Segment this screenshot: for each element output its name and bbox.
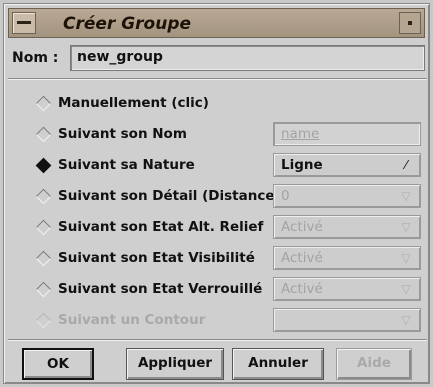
dropdown-arrow-icon: ⁄ xyxy=(404,158,407,172)
radio-diamond-disabled-icon xyxy=(35,312,52,329)
title-bar[interactable]: Créer Groupe xyxy=(8,8,425,38)
option-by-detail[interactable]: Suivant son Détail (Distance) 0 ▽ xyxy=(34,184,426,209)
nature-dropdown[interactable]: Ligne ⁄ xyxy=(273,153,421,177)
option-by-lock-state[interactable]: Suivant son Etat Verrouillé Activé ▽ xyxy=(34,277,426,302)
dropdown-arrow-icon: ▽ xyxy=(401,313,411,327)
option-by-nature[interactable]: Suivant sa Nature Ligne ⁄ xyxy=(34,153,426,178)
create-group-dialog: Créer Groupe Nom : new_group Manuellemen… xyxy=(3,3,430,384)
window-menu-icon[interactable] xyxy=(12,12,36,34)
dropdown-arrow-icon: ▽ xyxy=(401,220,411,234)
dropdown-arrow-icon: ▽ xyxy=(401,282,411,296)
option-label: Manuellement (clic) xyxy=(58,95,209,111)
visibility-dropdown[interactable]: Activé ▽ xyxy=(273,246,421,270)
dialog-title: Créer Groupe xyxy=(63,14,192,34)
radio-diamond-icon[interactable] xyxy=(35,95,52,112)
option-label: Suivant son Détail (Distance) xyxy=(58,188,281,204)
name-filter-value: name xyxy=(281,126,320,142)
lock-dropdown-value: Activé xyxy=(281,281,323,297)
maximize-icon[interactable] xyxy=(399,12,421,34)
option-manual[interactable]: Manuellement (clic) xyxy=(34,92,426,116)
radio-diamond-icon[interactable] xyxy=(35,126,52,143)
name-filter-field[interactable]: name xyxy=(273,122,421,146)
option-by-visibility-state[interactable]: Suivant son Etat Visibilité Activé ▽ xyxy=(34,246,426,271)
dropdown-arrow-icon: ▽ xyxy=(401,251,411,265)
option-label: Suivant son Etat Verrouillé xyxy=(58,281,263,297)
contour-dropdown: ▽ xyxy=(273,308,421,332)
radio-diamond-icon[interactable] xyxy=(35,250,52,267)
ok-button[interactable]: OK xyxy=(22,348,94,380)
option-by-name[interactable]: Suivant son Nom name xyxy=(34,122,426,147)
radio-diamond-selected-icon[interactable] xyxy=(35,157,52,174)
cancel-button[interactable]: Annuler xyxy=(232,348,324,380)
option-label: Suivant son Etat Visibilité xyxy=(58,250,255,266)
detail-dropdown[interactable]: 0 ▽ xyxy=(273,184,421,208)
option-by-contour: Suivant un Contour ▽ xyxy=(34,308,426,333)
option-label: Suivant un Contour xyxy=(58,312,206,328)
detail-dropdown-value: 0 xyxy=(281,188,290,204)
name-row: Nom : new_group xyxy=(8,44,428,74)
help-button: Aide xyxy=(336,348,412,380)
lock-dropdown[interactable]: Activé ▽ xyxy=(273,277,421,301)
nature-dropdown-value: Ligne xyxy=(281,157,323,173)
option-label: Suivant sa Nature xyxy=(58,157,195,173)
option-by-relief-state[interactable]: Suivant son Etat Alt. Relief Activé ▽ xyxy=(34,215,426,240)
radio-diamond-icon[interactable] xyxy=(35,188,52,205)
name-input[interactable]: new_group xyxy=(70,45,425,71)
name-label: Nom : xyxy=(12,50,59,66)
option-label: Suivant son Etat Alt. Relief xyxy=(58,219,264,235)
radio-diamond-icon[interactable] xyxy=(35,219,52,236)
visibility-dropdown-value: Activé xyxy=(281,250,323,266)
relief-dropdown-value: Activé xyxy=(281,219,323,235)
radio-diamond-icon[interactable] xyxy=(35,281,52,298)
separator xyxy=(8,78,427,80)
apply-button[interactable]: Appliquer xyxy=(126,348,224,380)
dropdown-arrow-icon: ▽ xyxy=(401,189,411,203)
option-label: Suivant son Nom xyxy=(58,126,187,142)
relief-dropdown[interactable]: Activé ▽ xyxy=(273,215,421,239)
separator xyxy=(8,339,427,341)
